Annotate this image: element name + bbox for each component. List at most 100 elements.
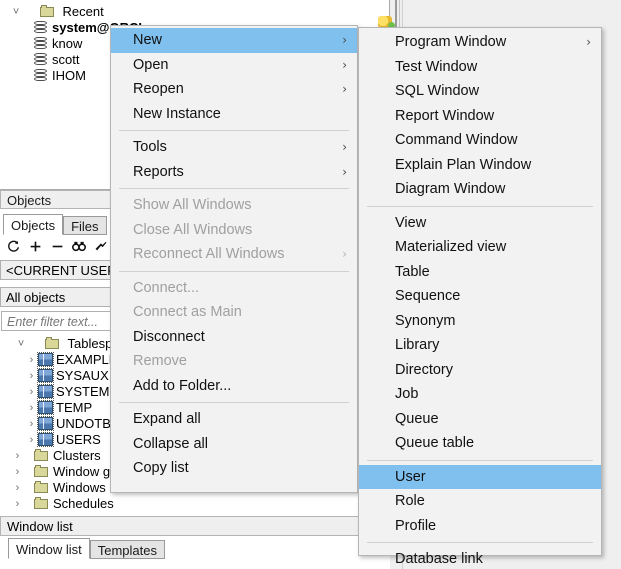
chevron-right-icon: › [342,57,347,72]
menu-item-label: Command Window [395,132,518,148]
menu-item-disconnect[interactable]: Disconnect [111,325,357,350]
menu-item-table[interactable]: Table [359,260,601,285]
menu-item-materialized-view[interactable]: Materialized view [359,235,601,260]
tree-row[interactable]: › Schedules [1,496,389,512]
menu-item-user[interactable]: User [359,464,601,489]
window-list-tabs: Window list Templates [8,538,165,559]
menu-item-reopen[interactable]: Reopen › [111,77,357,102]
menu-item-close-all-windows: Close All Windows [111,218,357,243]
folder-icon [44,337,61,350]
menu-item-label: Sequence [395,288,461,304]
object-scope-select[interactable]: All objects [0,287,112,307]
tree-item-label: scott [52,52,80,67]
refresh-icon[interactable] [4,238,22,256]
menu-separator [119,130,349,131]
menu-item-sequence[interactable]: Sequence [359,284,601,309]
tree-item-label: Windows [53,480,106,495]
chevron-right-icon[interactable]: › [11,480,24,496]
menu-item-open[interactable]: Open › [111,53,357,78]
filter-input-placeholder: Enter filter text... [7,315,99,329]
chevron-right-icon[interactable]: › [25,352,38,368]
menu-item-label: Open [133,56,169,73]
chevron-right-icon[interactable]: › [25,416,38,432]
menu-item-label: Disconnect [133,328,205,345]
menu-item-collapse-all[interactable]: Collapse all [111,432,357,457]
tree-item-label: SYSTEM [56,384,110,399]
tree-line [24,20,34,36]
chevron-right-icon[interactable]: › [11,464,24,480]
tab-objects[interactable]: Objects [3,214,64,235]
menu-item-show-all-windows: Show All Windows [111,193,357,218]
menu-item-queue[interactable]: Queue [359,407,601,432]
filter-input[interactable]: Enter filter text... [1,311,111,331]
menu-item-tools[interactable]: Tools › [111,135,357,160]
tab-objects-label: Objects [11,218,56,233]
tree-item-label: know [52,36,83,51]
menu-item-connect-as-main: Connect as Main [111,300,357,325]
menu-item-reconnect-all-windows: Reconnect All Windows › [111,242,357,267]
tree-line [31,336,41,352]
menu-item-sql-window[interactable]: SQL Window [359,79,601,104]
chevron-right-icon[interactable]: › [11,448,24,464]
menu-item-label: Expand all [133,411,201,427]
menu-item-database-link[interactable]: Database link [359,547,601,569]
menu-separator [367,205,593,207]
chevron-right-icon[interactable]: › [11,496,24,512]
folder-icon [39,5,56,18]
search-icon[interactable] [70,238,88,256]
menu-item-synonym[interactable]: Synonym [359,309,601,334]
filter-icon[interactable] [92,238,110,256]
menu-item-job[interactable]: Job [359,382,601,407]
chevron-right-icon[interactable]: › [25,400,38,416]
menu-item-remove: Remove [111,349,357,374]
menu-item-label: Copy list [133,460,189,476]
chevron-right-icon[interactable]: › [25,384,38,400]
tree-row[interactable]: ˅ Recent [0,4,389,20]
menu-item-explain-plan-window[interactable]: Explain Plan Window [359,153,601,178]
tab-files[interactable]: Files [63,216,107,235]
window-list-header-label: Window list [7,519,73,534]
menu-item-label: Queue table [395,435,475,451]
chevron-right-icon[interactable]: › [25,432,38,448]
current-user-select[interactable]: <CURRENT USER> [0,260,112,280]
chevron-down-icon[interactable]: ˅ [15,336,28,352]
menu-item-new[interactable]: New › [111,28,357,53]
chevron-down-icon[interactable]: ˅ [10,4,23,20]
menu-item-label: New Instance [133,105,221,122]
menu-item-library[interactable]: Library [359,333,601,358]
menu-item-test-window[interactable]: Test Window [359,55,601,80]
menu-item-profile[interactable]: Profile [359,514,601,539]
menu-item-role[interactable]: Role [359,489,601,514]
menu-item-add-to-folder[interactable]: Add to Folder... [111,374,357,399]
menu-item-diagram-window[interactable]: Diagram Window [359,177,601,202]
chevron-right-icon[interactable]: › [25,368,38,384]
tab-templates[interactable]: Templates [89,540,165,559]
menu-item-label: New [133,32,163,48]
menu-item-command-window[interactable]: Command Window [359,128,601,153]
menu-item-copy-list[interactable]: Copy list [111,456,357,481]
new-submenu[interactable]: Program Window › Test Window SQL Window Repo… [358,27,602,567]
objects-panel-header-label: Objects [7,193,52,208]
tab-window-list[interactable]: Window list [8,538,90,559]
menu-item-label: Library [395,337,440,353]
menu-item-label: Job [395,386,419,402]
chevron-right-icon: › [342,140,347,154]
menu-item-reports[interactable]: Reports › [111,160,357,185]
menu-item-view[interactable]: View [359,211,601,236]
menu-item-directory[interactable]: Directory [359,358,601,383]
menu-item-program-window[interactable]: Program Window › [359,30,601,55]
tablespace-icon [37,400,54,415]
window-list-header: Window list D [0,516,388,536]
tree-item-label: TEMP [56,400,93,415]
menu-item-expand-all[interactable]: Expand all [111,407,357,432]
context-menu[interactable]: New › Open › Reopen › New Instance Tools › Report… [110,25,358,493]
tablespace-icon [37,368,54,383]
menu-item-report-window[interactable]: Report Window [359,104,601,129]
menu-item-label: Role [395,493,425,509]
objects-tabs: Objects Files [3,214,107,235]
tree-item-label: USERS [56,432,101,447]
menu-item-queue-table[interactable]: Queue table [359,431,601,456]
add-icon[interactable] [26,238,44,256]
remove-icon[interactable] [48,238,66,256]
menu-item-new-instance[interactable]: New Instance [111,102,357,127]
